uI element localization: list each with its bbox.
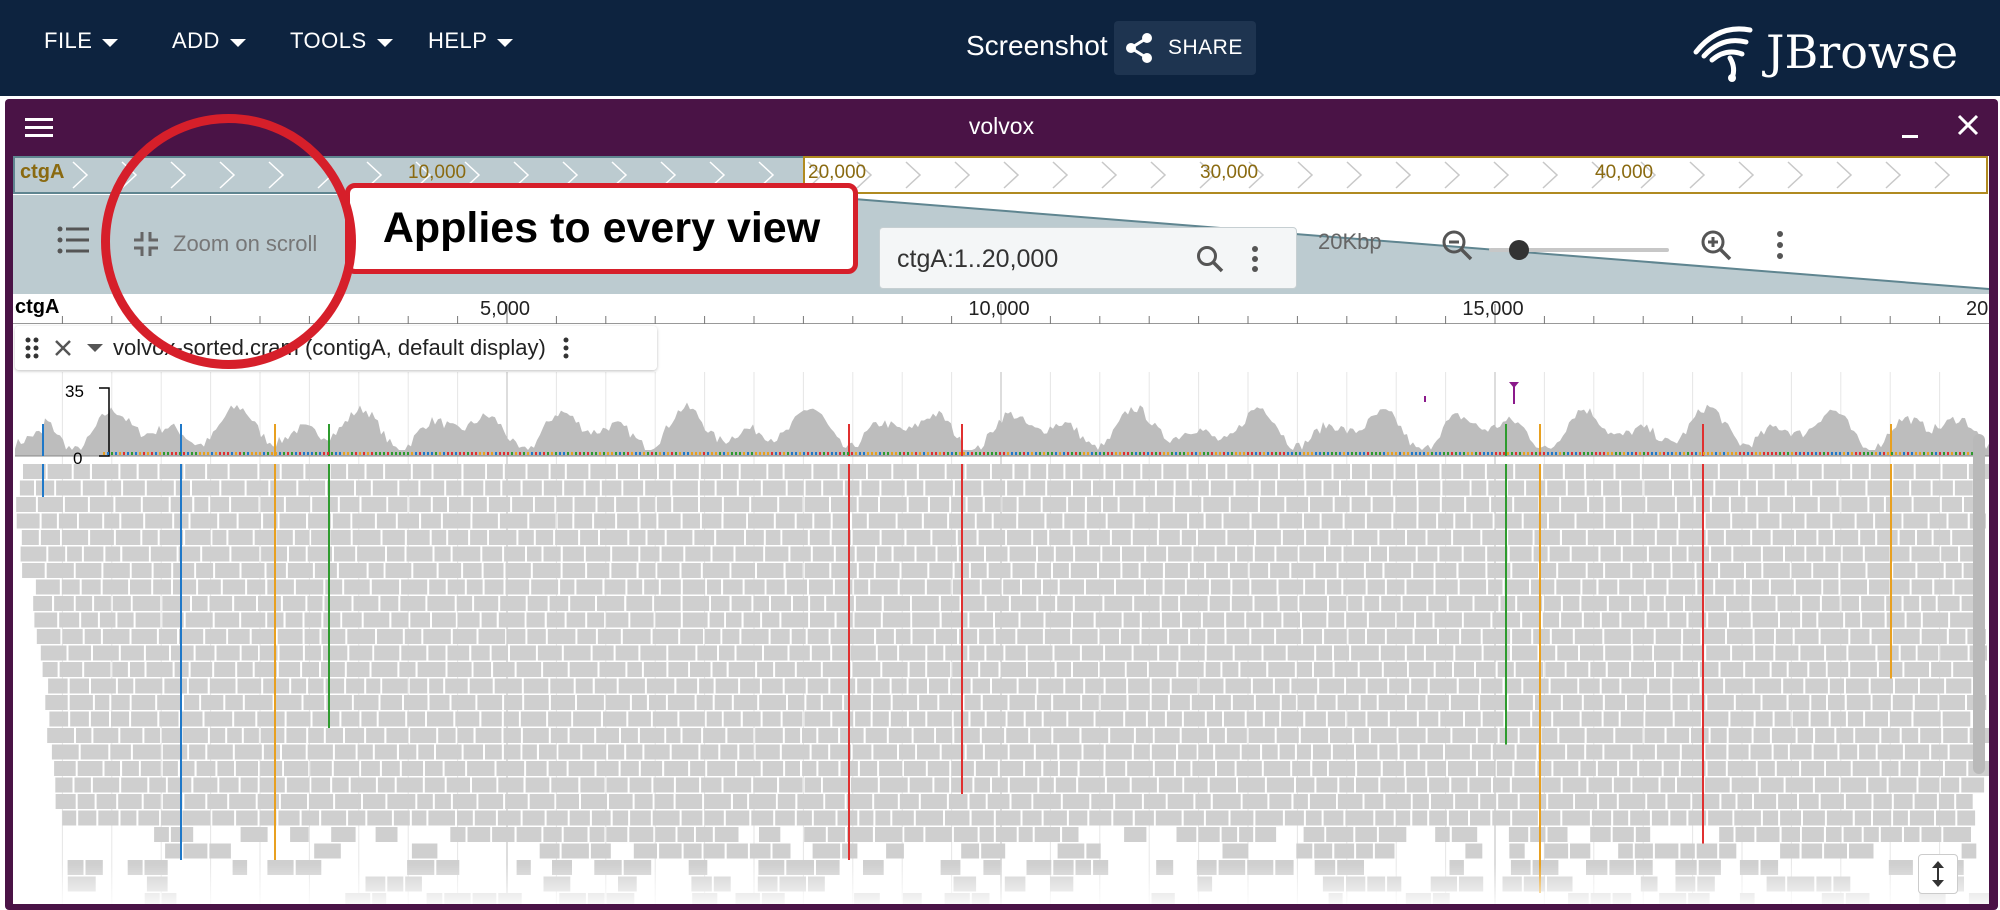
bp-per-view-label: 20Kbp [1318, 229, 1382, 254]
share-label: SHARE [1168, 36, 1243, 59]
chevron-down-icon [102, 39, 119, 47]
jbrowse-logo-icon [1693, 26, 1753, 82]
tools-menu[interactable]: TOOLS [290, 28, 393, 54]
share-button[interactable]: SHARE [1114, 21, 1256, 75]
pileup-canvas [15, 372, 1989, 904]
zoom-in-icon[interactable] [1699, 228, 1733, 262]
track-scrollbar[interactable] [1973, 434, 1985, 774]
track-menu-icon[interactable] [562, 336, 570, 360]
ruler-tick-label: 10,000 [968, 298, 1030, 320]
track-bottom-fade [13, 864, 1989, 904]
highlight-circle [101, 114, 356, 369]
location-input[interactable]: ctgA:1..20,000 [897, 245, 1058, 274]
overview-tick-label: 40,000 [1595, 162, 1654, 183]
jbrowse-logo: JBrowse [1690, 20, 1958, 84]
minimize-view-button[interactable] [1902, 135, 1918, 138]
overview-contig-label: ctgA [20, 161, 65, 183]
close-view-button[interactable] [1956, 113, 1980, 143]
track-height-resize-button[interactable] [1918, 854, 1958, 894]
file-menu-label: FILE [44, 28, 93, 53]
track-label[interactable]: volvox-sorted.cram (contigA, default dis… [15, 326, 657, 370]
chevron-down-icon[interactable] [87, 343, 103, 353]
zoom-slider-thumb[interactable] [1509, 240, 1529, 260]
annotation-callout-text: Applies to every view [382, 204, 821, 252]
app-bar: FILE ADD TOOLS HELP Screenshot SHARE JBr… [0, 0, 2000, 96]
help-menu-label: HELP [428, 28, 488, 53]
close-icon [1957, 114, 1979, 136]
ruler-tick-label: 5,000 [479, 298, 531, 320]
close-track-icon[interactable] [53, 338, 73, 358]
vertical-resize-icon [1932, 861, 1944, 887]
overview-tick-label: 20,000 [808, 162, 867, 183]
ruler-contig-label: ctgA [15, 296, 60, 318]
zoom-out-icon[interactable] [1440, 228, 1474, 262]
coverage-axis-max: 35 [65, 382, 84, 401]
track-selector-button[interactable] [57, 226, 89, 259]
more-vert-icon[interactable] [1250, 244, 1260, 274]
ruler-tick-label: 15,000 [1462, 298, 1524, 320]
file-menu[interactable]: FILE [44, 28, 119, 54]
location-search-box[interactable]: ctgA:1..20,000 [879, 227, 1297, 289]
chevron-down-icon [229, 39, 246, 47]
drag-handle-icon[interactable] [25, 337, 39, 359]
tools-menu-label: TOOLS [290, 28, 367, 53]
help-menu[interactable]: HELP [428, 28, 514, 54]
add-menu[interactable]: ADD [172, 28, 246, 54]
view-options-icon[interactable] [1775, 229, 1785, 261]
search-icon[interactable] [1195, 244, 1225, 274]
add-menu-label: ADD [172, 28, 220, 53]
session-name[interactable]: Screenshot [966, 30, 1108, 62]
overview-tick-label: 10,000 [408, 162, 467, 183]
list-icon [57, 226, 89, 254]
overview-tick-label: 30,000 [1200, 162, 1259, 183]
view-title[interactable]: volvox [5, 113, 1998, 140]
chevron-down-icon [497, 39, 514, 47]
alignments-track[interactable]: volvox-sorted.cram (contigA, default dis… [13, 324, 1989, 904]
share-icon [1126, 33, 1152, 63]
brand-name: JBrowse [1766, 25, 1959, 79]
annotation-callout: Applies to every view [345, 183, 858, 274]
ruler-tick-label: 20,0 [1966, 298, 1989, 320]
chevron-down-icon [376, 39, 393, 47]
coverage-axis-min: 0 [73, 449, 83, 468]
